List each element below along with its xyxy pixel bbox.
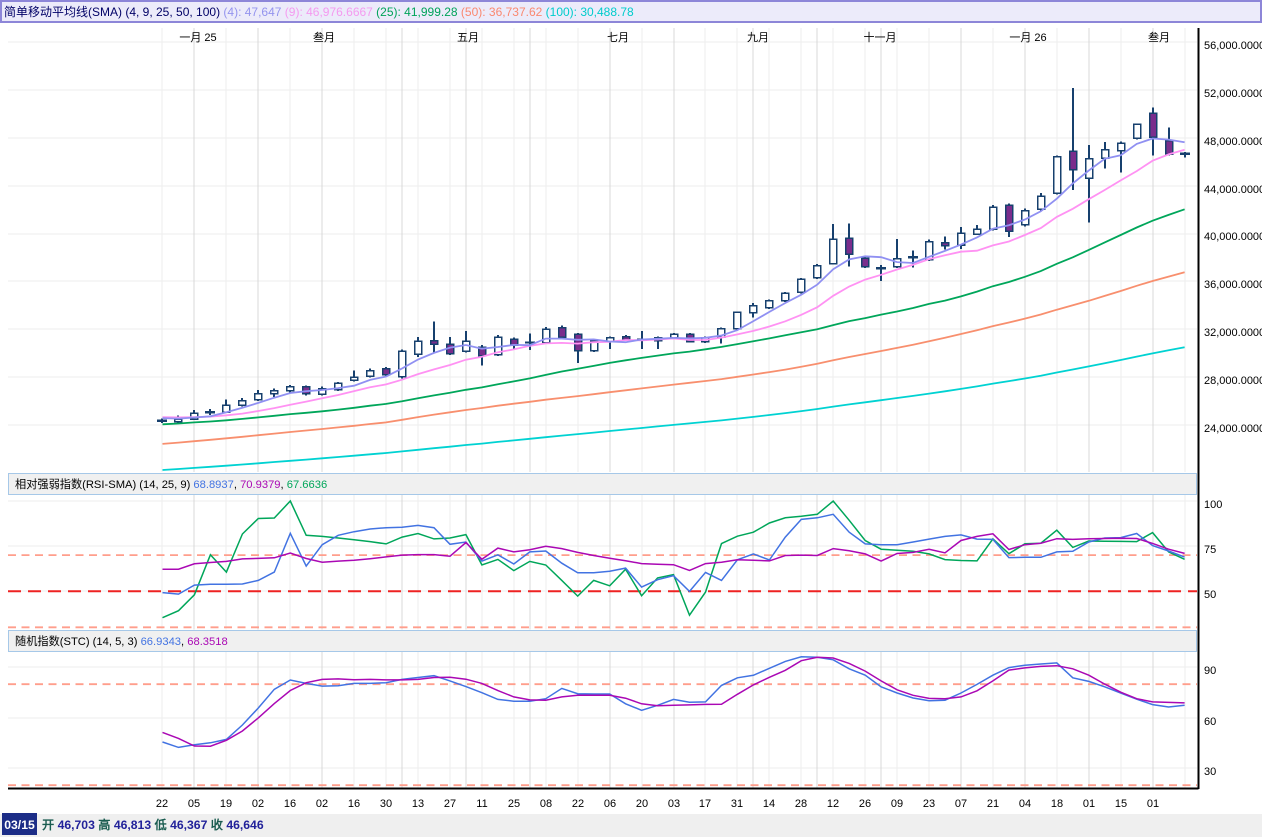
svg-text:23: 23 bbox=[923, 798, 935, 810]
svg-text:17: 17 bbox=[699, 798, 711, 810]
svg-text:随机指数(STC) (14, 5, 3) 66.9343,: 随机指数(STC) (14, 5, 3) 66.9343, 68.3518 bbox=[15, 634, 228, 648]
svg-text:02: 02 bbox=[252, 798, 264, 810]
svg-text:75: 75 bbox=[1204, 544, 1216, 556]
svg-text:九月: 九月 bbox=[747, 31, 769, 44]
svg-text:48,000.0000: 48,000.0000 bbox=[1204, 136, 1262, 148]
svg-text:90: 90 bbox=[1204, 665, 1216, 677]
svg-text:一月 25: 一月 25 bbox=[179, 32, 216, 44]
svg-text:36,000.0000: 36,000.0000 bbox=[1204, 279, 1262, 291]
svg-text:20: 20 bbox=[636, 798, 648, 810]
svg-text:03: 03 bbox=[668, 798, 680, 810]
svg-text:01: 01 bbox=[1083, 798, 1095, 810]
svg-text:50: 50 bbox=[1204, 589, 1216, 601]
svg-text:一月 26: 一月 26 bbox=[1009, 32, 1046, 44]
svg-text:26: 26 bbox=[859, 798, 871, 810]
svg-text:40,000.0000: 40,000.0000 bbox=[1204, 231, 1262, 243]
svg-text:02: 02 bbox=[316, 798, 328, 810]
svg-text:06: 06 bbox=[604, 798, 616, 810]
svg-text:11: 11 bbox=[476, 798, 487, 810]
svg-text:15: 15 bbox=[1115, 798, 1127, 810]
svg-text:01: 01 bbox=[1147, 798, 1159, 810]
svg-text:七月: 七月 bbox=[607, 31, 629, 44]
svg-text:08: 08 bbox=[540, 798, 552, 810]
svg-text:叁月: 叁月 bbox=[313, 30, 335, 44]
svg-text:32,000.0000: 32,000.0000 bbox=[1204, 327, 1262, 339]
svg-text:31: 31 bbox=[731, 798, 743, 810]
svg-text:19: 19 bbox=[220, 798, 232, 810]
svg-text:叁月: 叁月 bbox=[1148, 30, 1170, 44]
svg-text:13: 13 bbox=[412, 798, 424, 810]
svg-text:16: 16 bbox=[284, 798, 296, 810]
svg-text:07: 07 bbox=[955, 798, 967, 810]
svg-text:22: 22 bbox=[156, 798, 168, 810]
svg-text:12: 12 bbox=[827, 798, 839, 810]
svg-text:22: 22 bbox=[572, 798, 584, 810]
svg-text:18: 18 bbox=[1051, 798, 1063, 810]
svg-text:16: 16 bbox=[348, 798, 360, 810]
svg-text:五月: 五月 bbox=[457, 32, 479, 44]
svg-text:21: 21 bbox=[987, 798, 999, 810]
svg-text:24,000.0000: 24,000.0000 bbox=[1204, 423, 1262, 435]
svg-text:60: 60 bbox=[1204, 716, 1216, 728]
svg-text:25: 25 bbox=[508, 798, 520, 810]
svg-text:开 46,703 高 46,813 低 46,367 收 4: 开 46,703 高 46,813 低 46,367 收 46,646 bbox=[42, 817, 264, 832]
svg-text:56,000.0000: 56,000.0000 bbox=[1204, 40, 1262, 52]
svg-text:相对强弱指数(RSI-SMA) (14, 25, 9) 68: 相对强弱指数(RSI-SMA) (14, 25, 9) 68.8937, 70.… bbox=[15, 477, 327, 491]
svg-text:28,000.0000: 28,000.0000 bbox=[1204, 375, 1262, 387]
svg-text:28: 28 bbox=[795, 798, 807, 810]
svg-text:30: 30 bbox=[1204, 766, 1216, 778]
svg-text:14: 14 bbox=[763, 798, 775, 810]
svg-text:100: 100 bbox=[1204, 499, 1222, 511]
svg-text:05: 05 bbox=[188, 798, 200, 810]
svg-text:52,000.0000: 52,000.0000 bbox=[1204, 88, 1262, 100]
svg-text:简单移动平均线(SMA) (4, 9, 25, 50, 10: 简单移动平均线(SMA) (4, 9, 25, 50, 100) (4): 47… bbox=[4, 5, 634, 19]
svg-text:十一月: 十一月 bbox=[864, 30, 897, 44]
svg-text:03/15: 03/15 bbox=[4, 818, 35, 832]
svg-text:44,000.0000: 44,000.0000 bbox=[1204, 184, 1262, 196]
svg-text:09: 09 bbox=[891, 798, 903, 810]
svg-text:30: 30 bbox=[380, 798, 392, 810]
svg-text:04: 04 bbox=[1019, 798, 1031, 810]
svg-text:27: 27 bbox=[444, 798, 456, 810]
